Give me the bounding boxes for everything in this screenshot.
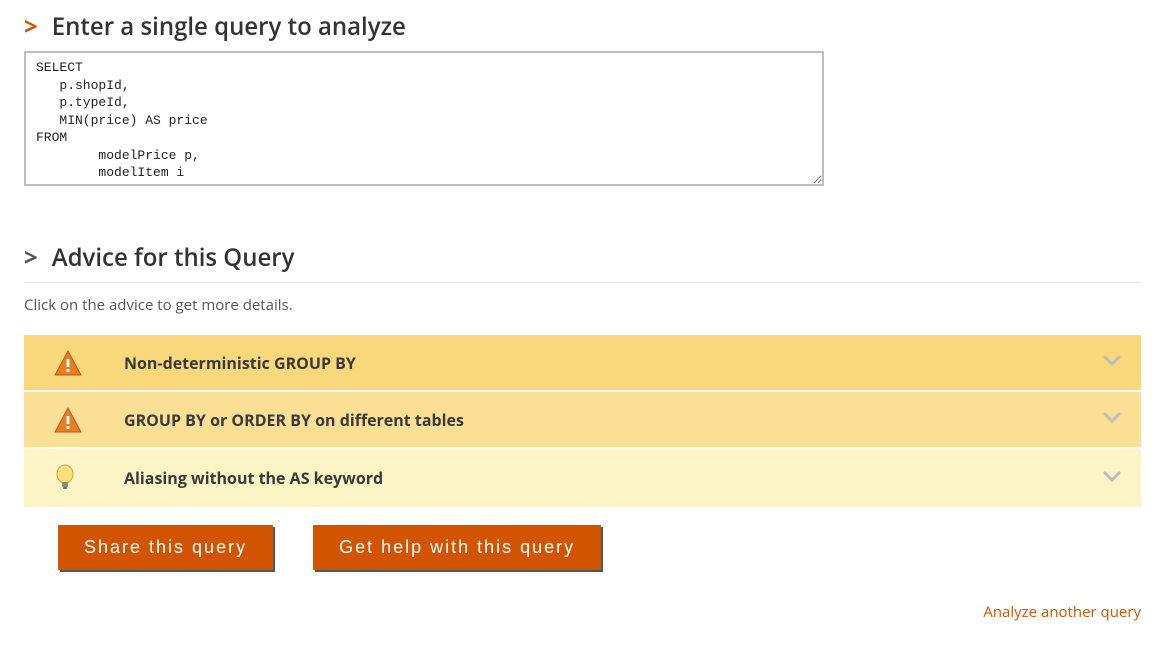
action-buttons: Share this query Get help with this quer… <box>24 525 1141 570</box>
advice-title: Advice for this Query <box>52 241 295 274</box>
analyze-another-link[interactable]: Analyze another query <box>983 602 1141 622</box>
advice-item[interactable]: Aliasing without the AS keyword <box>24 447 1141 507</box>
chevron-down-icon <box>1101 349 1123 376</box>
chevron-down-icon <box>1101 465 1123 492</box>
enter-query-title: Enter a single query to analyze <box>52 10 406 43</box>
advice-item[interactable]: GROUP BY or ORDER BY on different tables <box>24 390 1141 447</box>
advice-list: Non-deterministic GROUP BY GROUP BY or O… <box>24 333 1141 507</box>
get-help-button[interactable]: Get help with this query <box>313 525 601 570</box>
chevron-icon: > <box>24 241 38 274</box>
divider <box>24 282 1141 283</box>
advice-label: Non-deterministic GROUP BY <box>90 352 1101 374</box>
advice-hint: Click on the advice to get more details. <box>24 295 1141 315</box>
lightbulb-icon <box>54 463 90 493</box>
advice-label: GROUP BY or ORDER BY on different tables <box>90 409 1101 431</box>
footer-link-area: Analyze another query <box>24 600 1141 622</box>
advice-label: Aliasing without the AS keyword <box>90 467 1101 489</box>
chevron-icon: > <box>24 10 38 43</box>
warning-icon <box>54 407 90 433</box>
warning-icon <box>54 350 90 376</box>
query-input[interactable] <box>24 51 824 186</box>
enter-query-heading: > Enter a single query to analyze <box>24 10 1141 43</box>
share-query-button[interactable]: Share this query <box>58 525 273 570</box>
chevron-down-icon <box>1101 406 1123 433</box>
advice-item[interactable]: Non-deterministic GROUP BY <box>24 333 1141 390</box>
advice-heading: > Advice for this Query <box>24 241 1141 274</box>
